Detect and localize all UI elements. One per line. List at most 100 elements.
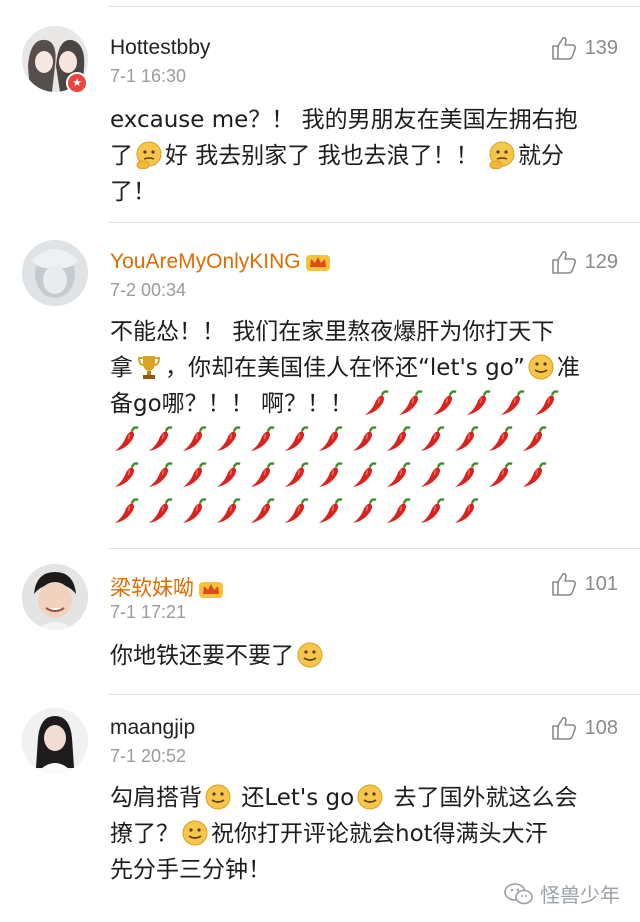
chili-pepper-icon bbox=[319, 426, 343, 451]
chili-emoji-row bbox=[110, 494, 620, 530]
comment-divider bbox=[108, 548, 640, 549]
like-button[interactable]: 108 bbox=[551, 716, 618, 740]
chili-pepper-icon bbox=[433, 390, 457, 415]
chili-pepper-icon bbox=[387, 426, 411, 451]
wechat-icon bbox=[504, 882, 533, 904]
comment-time: 7-1 17:21 bbox=[110, 602, 187, 622]
comment-text-part: 备go哪？！！ 啊？！！ bbox=[110, 391, 353, 417]
comment-text-part: 还Let's go bbox=[241, 785, 355, 811]
vip-crown-icon bbox=[199, 582, 223, 599]
comment-text: 勾肩搭背 还Let's go 去了国外就这么会 撩了？ 祝你打开评论就会hot得满… bbox=[110, 780, 620, 888]
chili-pepper-icon bbox=[353, 426, 377, 451]
comment-text: excause me？！ 我的男朋友在美国左拥右抱 了 好 我去别家了 我也去浪了… bbox=[110, 102, 620, 210]
chili-pepper-icon bbox=[489, 462, 513, 487]
like-count: 139 bbox=[584, 36, 618, 59]
thumbs-up-icon bbox=[551, 573, 576, 596]
comment-time: 7-1 20:52 bbox=[110, 746, 187, 766]
chili-pepper-icon bbox=[183, 462, 207, 487]
comment-text-part: ，你却在美国佳人在怀还“let's go” bbox=[165, 355, 525, 381]
trophy-icon bbox=[137, 356, 161, 379]
chili-pepper-icon bbox=[421, 426, 445, 451]
smile-emoji-icon bbox=[297, 642, 323, 668]
chili-pepper-icon bbox=[501, 390, 525, 415]
smile-emoji-icon bbox=[357, 784, 383, 810]
chili-pepper-icon bbox=[285, 462, 309, 487]
username[interactable]: Hottestbby bbox=[110, 36, 210, 60]
comment-text-part: 先分手三分钟！ bbox=[110, 857, 271, 883]
comment-text-part: 你地铁还要不要了 bbox=[110, 643, 294, 669]
chili-pepper-icon bbox=[319, 462, 343, 487]
smile-emoji-icon bbox=[205, 784, 231, 810]
comment-text-part: 了 bbox=[110, 143, 133, 169]
chili-pepper-icon bbox=[183, 426, 207, 451]
chili-pepper-icon bbox=[353, 462, 377, 487]
thumbs-up-icon bbox=[551, 37, 576, 60]
comment-text-part: 祝你打开评论就会hot得满头大汗 bbox=[211, 821, 548, 847]
smile-emoji-icon bbox=[182, 820, 208, 846]
chili-pepper-icon bbox=[115, 462, 139, 487]
chili-pepper-icon bbox=[387, 462, 411, 487]
like-count: 129 bbox=[584, 250, 618, 273]
chili-pepper-icon bbox=[399, 390, 423, 415]
chili-pepper-icon bbox=[115, 498, 139, 523]
like-button[interactable]: 101 bbox=[551, 572, 618, 596]
chili-pepper-icon bbox=[455, 498, 479, 523]
thumbs-up-icon bbox=[551, 251, 576, 274]
chili-emoji-row bbox=[110, 458, 620, 494]
comment-text-part: 了！ bbox=[110, 179, 156, 205]
star-badge-icon: ★ bbox=[66, 72, 88, 94]
chili-pepper-icon bbox=[149, 462, 173, 487]
chili-pepper-icon bbox=[285, 498, 309, 523]
chili-pepper-icon bbox=[115, 426, 139, 451]
smile-emoji-icon bbox=[528, 354, 554, 380]
chili-pepper-icon bbox=[217, 498, 241, 523]
chili-pepper-icon bbox=[149, 426, 173, 451]
thinking-emoji-icon bbox=[489, 141, 515, 169]
chili-pepper-icon bbox=[523, 426, 547, 451]
chili-pepper-icon bbox=[535, 390, 559, 415]
vip-crown-icon bbox=[305, 255, 330, 272]
chili-pepper-icon bbox=[455, 426, 479, 451]
comment-time: 7-2 00:34 bbox=[110, 280, 187, 300]
user-avatar[interactable] bbox=[22, 708, 88, 774]
username[interactable]: 梁软妹呦 bbox=[110, 572, 224, 602]
username[interactable]: maangjip bbox=[110, 716, 195, 740]
comment-text-part: 准 bbox=[556, 355, 580, 381]
username-text[interactable]: YouAreMyOnlyKING bbox=[110, 250, 301, 273]
chili-pepper-icon bbox=[365, 390, 389, 415]
top-divider bbox=[108, 6, 640, 7]
comment-text-part: excause me？！ 我的男朋友在美国左拥右抱 bbox=[110, 107, 578, 133]
comment-text-part: 拿 bbox=[110, 355, 133, 381]
boy-photo-avatar-icon bbox=[22, 564, 88, 630]
chili-pepper-icon bbox=[387, 498, 411, 523]
comment-text-part: 撩了？ bbox=[110, 821, 179, 847]
chili-pepper-icon bbox=[149, 498, 173, 523]
comment-text-part: 好 我去别家了 我也去浪了！！ bbox=[165, 143, 479, 169]
chili-pepper-icon bbox=[251, 426, 275, 451]
comment-text: 你地铁还要不要了 bbox=[110, 638, 620, 674]
gray-photo-avatar-icon bbox=[22, 240, 88, 306]
chili-pepper-icon bbox=[183, 498, 207, 523]
user-avatar[interactable] bbox=[22, 564, 88, 630]
chili-pepper-icon bbox=[421, 462, 445, 487]
chili-pepper-icon bbox=[251, 498, 275, 523]
comment-divider bbox=[108, 222, 640, 223]
like-count: 108 bbox=[584, 716, 618, 739]
comment-text-part: 就分 bbox=[517, 143, 564, 169]
chili-pepper-icon bbox=[455, 462, 479, 487]
like-button[interactable]: 129 bbox=[551, 250, 618, 274]
user-avatar[interactable] bbox=[22, 240, 88, 306]
watermark: 怪兽少年 bbox=[504, 879, 620, 908]
chili-pepper-icon bbox=[251, 462, 275, 487]
chili-pepper-icon bbox=[489, 426, 513, 451]
girl-photo-avatar-icon bbox=[22, 708, 88, 774]
comment-text-part: 勾肩搭背 bbox=[110, 785, 202, 811]
username-text[interactable]: 梁软妹呦 bbox=[110, 577, 194, 600]
chili-pepper-icon bbox=[217, 426, 241, 451]
chili-pepper-icon bbox=[353, 498, 377, 523]
chili-pepper-icon bbox=[523, 462, 547, 487]
thumbs-up-icon bbox=[551, 717, 576, 740]
like-count: 101 bbox=[584, 572, 618, 595]
username[interactable]: YouAreMyOnlyKING bbox=[110, 250, 331, 274]
like-button[interactable]: 139 bbox=[551, 36, 618, 60]
